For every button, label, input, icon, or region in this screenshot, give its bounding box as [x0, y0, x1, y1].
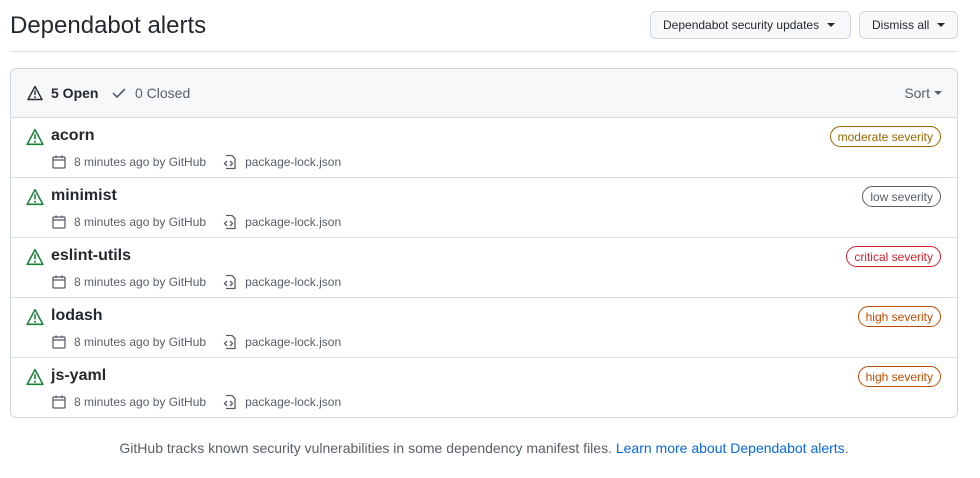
calendar-icon: [51, 394, 67, 410]
alert-icon: [26, 308, 44, 326]
sort-dropdown[interactable]: Sort: [904, 85, 942, 101]
alert-title[interactable]: minimist: [51, 187, 117, 205]
chevron-down-icon: [827, 23, 836, 27]
alert-icon: [27, 85, 43, 101]
filter-open-label: 5 Open: [51, 85, 99, 101]
manifest-file-link[interactable]: package-lock.json: [222, 394, 341, 410]
alert-meta: 8 minutes ago by GitHub package-lock.jso…: [51, 214, 341, 230]
severity-badge: high severity: [857, 306, 941, 327]
dismiss-all-label: Dismiss all: [872, 18, 930, 32]
severity-badge: moderate severity: [829, 126, 941, 147]
filter-open[interactable]: 5 Open: [27, 85, 98, 101]
learn-more-link[interactable]: Learn more about Dependabot alerts: [616, 440, 845, 456]
alert-icon: [26, 368, 44, 386]
file-code-icon: [222, 154, 238, 170]
manifest-file-name: package-lock.json: [245, 335, 342, 349]
alert-title[interactable]: js-yaml: [51, 367, 106, 385]
chevron-down-icon: [934, 91, 942, 95]
alert-icon: [26, 128, 44, 146]
alert-meta-text: 8 minutes ago by GitHub: [74, 335, 207, 349]
check-icon: [112, 88, 126, 98]
manifest-file-name: package-lock.json: [245, 155, 342, 169]
severity-badge: high severity: [857, 366, 941, 387]
calendar-icon: [51, 334, 67, 350]
severity-badge: critical severity: [846, 246, 941, 267]
file-code-icon: [222, 334, 238, 350]
alert-row: js-yaml 8 minutes ago by GitHub package-…: [11, 358, 957, 417]
footer-period: .: [844, 440, 849, 456]
security-updates-label: Dependabot security updates: [663, 18, 820, 32]
manifest-file-name: package-lock.json: [245, 275, 342, 289]
manifest-file-link[interactable]: package-lock.json: [222, 274, 341, 290]
alert-icon: [26, 188, 44, 206]
file-code-icon: [222, 274, 238, 290]
calendar-icon: [51, 214, 67, 230]
manifest-file-name: package-lock.json: [245, 395, 342, 409]
sort-label: Sort: [904, 85, 930, 101]
alerts-box: 5 Open 0 Closed Sort acorn 8 minutes ago…: [10, 68, 958, 418]
alert-meta-text: 8 minutes ago by GitHub: [74, 215, 207, 229]
security-updates-button[interactable]: Dependabot security updates: [650, 11, 851, 39]
page-title: Dependabot alerts: [10, 12, 207, 39]
alert-meta-text: 8 minutes ago by GitHub: [74, 395, 207, 409]
filter-closed[interactable]: 0 Closed: [111, 85, 190, 101]
dismiss-all-button[interactable]: Dismiss all: [859, 11, 958, 39]
calendar-icon: [51, 274, 67, 290]
alert-title[interactable]: lodash: [51, 307, 103, 325]
alert-title[interactable]: eslint-utils: [51, 247, 131, 265]
chevron-down-icon: [937, 23, 946, 27]
alert-meta: 8 minutes ago by GitHub package-lock.jso…: [51, 274, 341, 290]
alerts-box-header: 5 Open 0 Closed Sort: [11, 69, 957, 118]
manifest-file-link[interactable]: package-lock.json: [222, 214, 341, 230]
alert-row: lodash 8 minutes ago by GitHub package-l…: [11, 298, 957, 358]
file-code-icon: [222, 394, 238, 410]
footer-text: GitHub tracks known security vulnerabili…: [119, 440, 612, 456]
file-code-icon: [222, 214, 238, 230]
calendar-icon: [51, 154, 67, 170]
alert-meta-text: 8 minutes ago by GitHub: [74, 275, 207, 289]
filter-closed-label: 0 Closed: [135, 85, 191, 101]
alert-icon: [26, 248, 44, 266]
alert-row: minimist 8 minutes ago by GitHub package…: [11, 178, 957, 238]
manifest-file-name: package-lock.json: [245, 215, 342, 229]
alert-meta: 8 minutes ago by GitHub package-lock.jso…: [51, 334, 341, 350]
alert-meta: 8 minutes ago by GitHub package-lock.jso…: [51, 394, 341, 410]
alert-meta: 8 minutes ago by GitHub package-lock.jso…: [51, 154, 341, 170]
alert-meta-text: 8 minutes ago by GitHub: [74, 155, 207, 169]
severity-badge: low severity: [862, 186, 941, 207]
alert-title[interactable]: acorn: [51, 127, 95, 145]
footer-note: GitHub tracks known security vulnerabili…: [0, 440, 968, 456]
alert-list: acorn 8 minutes ago by GitHub package-lo…: [11, 118, 957, 417]
alert-row: eslint-utils 8 minutes ago by GitHub pac…: [11, 238, 957, 298]
alert-row: acorn 8 minutes ago by GitHub package-lo…: [11, 118, 957, 178]
manifest-file-link[interactable]: package-lock.json: [222, 334, 341, 350]
manifest-file-link[interactable]: package-lock.json: [222, 154, 341, 170]
